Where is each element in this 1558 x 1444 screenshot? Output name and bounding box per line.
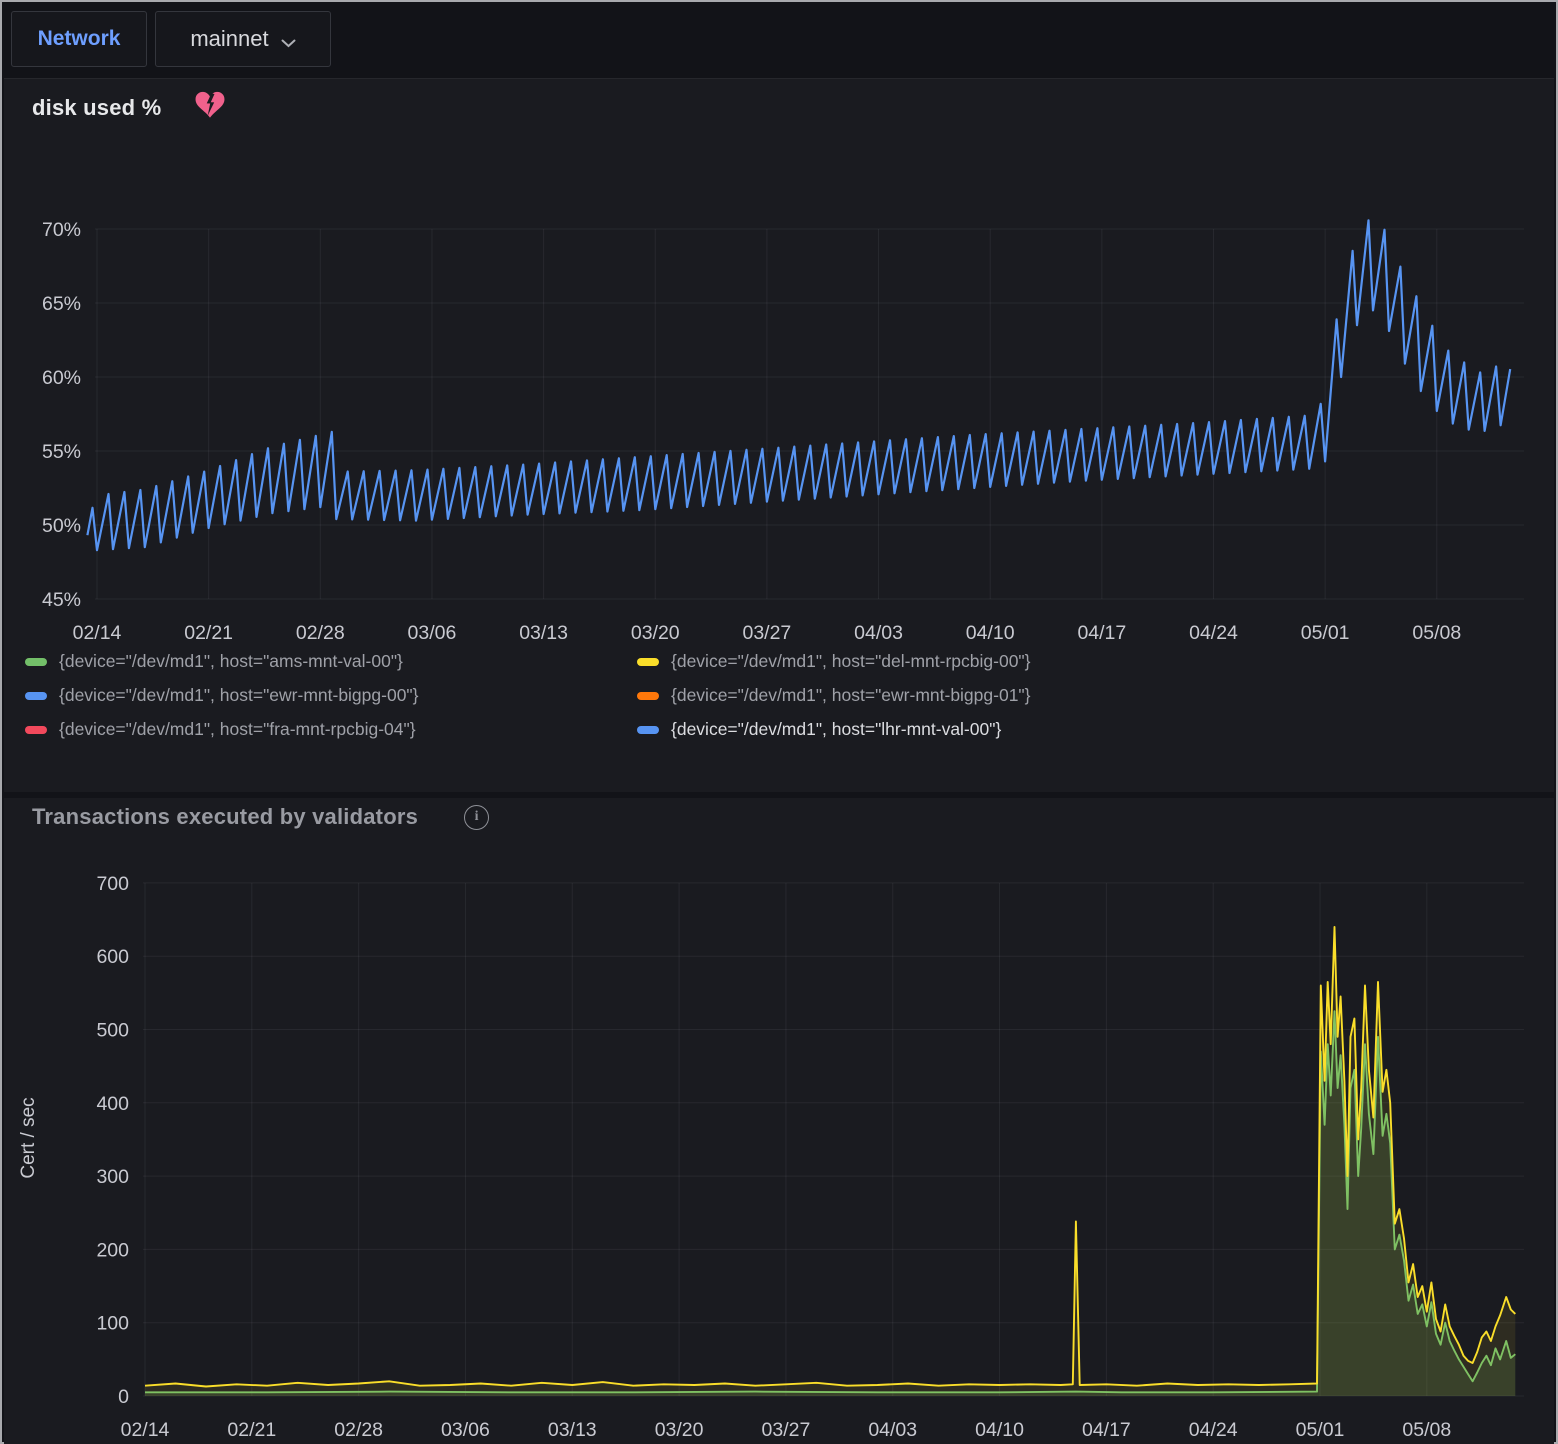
svg-text:05/01: 05/01	[1301, 622, 1350, 644]
svg-text:03/06: 03/06	[408, 622, 457, 644]
svg-text:03/06: 03/06	[441, 1419, 490, 1441]
network-value-text: mainnet	[190, 26, 268, 52]
variable-bar: Network mainnet	[2, 2, 1556, 76]
svg-text:600: 600	[96, 946, 129, 968]
legend-item[interactable]: {device="/dev/md1", host="del-mnt-rpcbig…	[637, 651, 1544, 672]
svg-text:04/17: 04/17	[1082, 1419, 1131, 1441]
svg-text:03/27: 03/27	[762, 1419, 811, 1441]
disk-used-panel: disk used % 45% 50% 55% 60% 65% 70% 02/14 02/21…	[4, 78, 1554, 792]
svg-text:02/14: 02/14	[73, 622, 122, 644]
network-variable-dropdown[interactable]: mainnet	[155, 11, 331, 67]
svg-text:Cert / sec: Cert / sec	[18, 1097, 39, 1178]
svg-text:0: 0	[118, 1386, 129, 1408]
legend-swatch	[637, 658, 659, 666]
disk-chart-legend: {device="/dev/md1", host="ams-mnt-val-00…	[25, 651, 1544, 740]
svg-text:55%: 55%	[42, 441, 81, 463]
svg-text:04/10: 04/10	[975, 1419, 1024, 1441]
svg-text:04/17: 04/17	[1077, 622, 1126, 644]
legend-swatch	[25, 658, 47, 666]
legend-label: {device="/dev/md1", host="fra-mnt-rpcbig…	[59, 719, 416, 740]
transactions-panel: Transactions executed by validators i 0 1…	[4, 795, 1554, 1444]
svg-text:60%: 60%	[42, 367, 81, 389]
svg-text:03/20: 03/20	[631, 622, 680, 644]
svg-text:04/03: 04/03	[868, 1419, 917, 1441]
chevron-down-icon	[281, 28, 296, 54]
legend-item[interactable]: {device="/dev/md1", host="ams-mnt-val-00…	[25, 651, 637, 672]
svg-text:05/01: 05/01	[1296, 1419, 1345, 1441]
legend-label: {device="/dev/md1", host="del-mnt-rpcbig…	[671, 651, 1031, 672]
svg-text:02/21: 02/21	[184, 622, 233, 644]
svg-text:50%: 50%	[42, 515, 81, 537]
svg-text:700: 700	[96, 873, 129, 895]
network-variable-label: Network	[11, 11, 147, 67]
svg-text:04/24: 04/24	[1189, 1419, 1238, 1441]
svg-text:05/08: 05/08	[1412, 622, 1461, 644]
svg-text:05/08: 05/08	[1402, 1419, 1451, 1441]
tx-panel-title[interactable]: Transactions executed by validators	[32, 804, 418, 830]
disk-used-chart[interactable]: 45% 50% 55% 60% 65% 70% 02/14 02/21 02/28 03/06 03…	[4, 79, 1558, 649]
legend-swatch	[25, 726, 47, 734]
disk-panel-title[interactable]: disk used %	[32, 95, 161, 121]
svg-text:02/14: 02/14	[121, 1419, 170, 1441]
svg-text:70%: 70%	[42, 219, 81, 241]
svg-text:02/28: 02/28	[296, 622, 345, 644]
legend-item[interactable]: {device="/dev/md1", host="ewr-mnt-bigpg-…	[637, 685, 1544, 706]
svg-text:04/10: 04/10	[966, 622, 1015, 644]
legend-item[interactable]: {device="/dev/md1", host="fra-mnt-rpcbig…	[25, 719, 637, 740]
svg-text:02/21: 02/21	[227, 1419, 276, 1441]
svg-text:100: 100	[96, 1313, 129, 1335]
legend-swatch	[25, 692, 47, 700]
legend-label: {device="/dev/md1", host="ewr-mnt-bigpg-…	[59, 685, 419, 706]
legend-swatch	[637, 726, 659, 734]
legend-label: {device="/dev/md1", host="ams-mnt-val-00…	[59, 651, 403, 672]
legend-label: {device="/dev/md1", host="ewr-mnt-bigpg-…	[671, 685, 1031, 706]
legend-item[interactable]: {device="/dev/md1", host="lhr-mnt-val-00…	[637, 719, 1544, 740]
svg-text:300: 300	[96, 1166, 129, 1188]
svg-text:400: 400	[96, 1093, 129, 1115]
network-label-text: Network	[38, 27, 121, 51]
legend-item[interactable]: {device="/dev/md1", host="ewr-mnt-bigpg-…	[25, 685, 637, 706]
legend-swatch	[637, 692, 659, 700]
svg-text:03/13: 03/13	[519, 622, 568, 644]
svg-text:03/13: 03/13	[548, 1419, 597, 1441]
svg-text:45%: 45%	[42, 589, 81, 611]
svg-text:03/27: 03/27	[742, 622, 791, 644]
info-icon[interactable]: i	[464, 805, 489, 830]
svg-text:500: 500	[96, 1020, 129, 1042]
svg-text:04/03: 04/03	[854, 622, 903, 644]
svg-text:65%: 65%	[42, 293, 81, 315]
dashboard-frame: Network mainnet disk used % 45% 50% 55% 60%…	[0, 0, 1558, 1444]
broken-heart-icon	[177, 91, 225, 124]
transactions-chart[interactable]: 0 100 200 300 400 500 600 700 02/14 02/21 02/28 03/…	[4, 798, 1558, 1444]
svg-text:200: 200	[96, 1239, 129, 1261]
svg-text:02/28: 02/28	[334, 1419, 383, 1441]
svg-text:03/20: 03/20	[655, 1419, 704, 1441]
svg-text:04/24: 04/24	[1189, 622, 1238, 644]
legend-label: {device="/dev/md1", host="lhr-mnt-val-00…	[671, 719, 1001, 740]
